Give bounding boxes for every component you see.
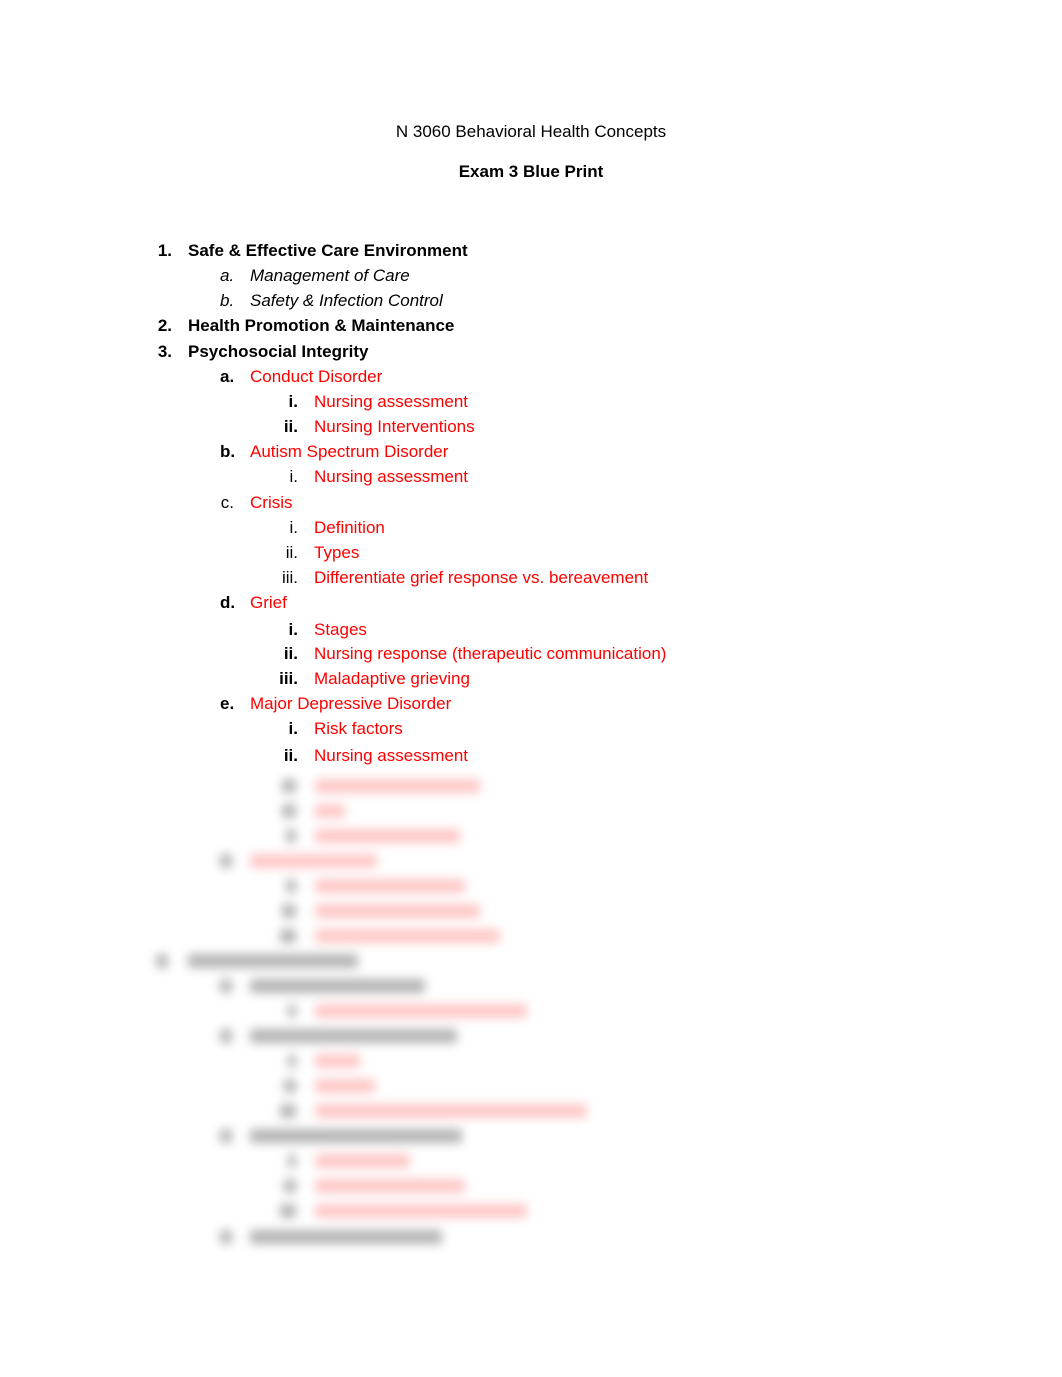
- item-number: d.: [220, 593, 236, 612]
- item-label: Crisis: [250, 493, 293, 512]
- obscured-heading: [250, 1129, 462, 1143]
- item-label: Conduct Disorder: [250, 367, 383, 386]
- obscured-number: [284, 1179, 296, 1193]
- item-label: Risk factors: [314, 719, 403, 738]
- obscured-line: [250, 854, 377, 868]
- item-label: Psychosocial Integrity: [188, 342, 369, 361]
- obscured-heading: [250, 1230, 442, 1244]
- item-label: Definition: [314, 518, 385, 537]
- obscured-line: [315, 1204, 527, 1218]
- obscured-heading: [188, 954, 358, 968]
- obscured-number: [286, 829, 296, 843]
- obscured-number: [220, 1230, 232, 1244]
- item-label: Major Depressive Disorder: [250, 694, 452, 713]
- item-number: b.: [220, 442, 236, 461]
- obscured-heading: [250, 1029, 457, 1043]
- item-label: Stages: [314, 620, 367, 639]
- obscured-number: [288, 1004, 296, 1018]
- obscured-line: [315, 929, 500, 943]
- obscured-line: [315, 1004, 527, 1018]
- item-number: i.: [288, 620, 298, 639]
- item-label: Management of Care: [250, 266, 410, 285]
- course-title: N 3060 Behavioral Health Concepts: [395, 122, 667, 141]
- item-number: i.: [289, 467, 299, 486]
- item-label: Autism Spectrum Disorder: [250, 442, 449, 461]
- obscured-line: [315, 1104, 587, 1118]
- item-number: 2.: [157, 316, 172, 335]
- item-number: i.: [288, 719, 298, 738]
- item-number: iii.: [281, 568, 298, 587]
- item-number: ii.: [283, 644, 298, 663]
- obscured-line: [315, 1179, 465, 1193]
- document-page: N 3060 Behavioral Health Concepts Exam 3…: [0, 0, 1062, 1377]
- obscured-number: [286, 879, 296, 893]
- obscured-number: [280, 929, 296, 943]
- obscured-number: [220, 854, 232, 868]
- item-label: Health Promotion & Maintenance: [188, 316, 455, 335]
- item-label: Differentiate grief response vs. bereave…: [314, 568, 649, 587]
- obscured-line: [315, 1054, 360, 1068]
- item-number: ii.: [285, 543, 298, 562]
- item-number: a.: [220, 266, 235, 285]
- item-number: 3.: [157, 342, 172, 361]
- exam-title: Exam 3 Blue Print: [458, 162, 604, 181]
- item-number: b.: [220, 291, 235, 310]
- item-number: i.: [288, 392, 298, 411]
- item-number: ii.: [283, 746, 298, 765]
- obscured-heading: [250, 979, 425, 993]
- obscured-line: [315, 879, 465, 893]
- item-label: Safety & Infection Control: [250, 291, 443, 310]
- obscured-number: [288, 1154, 296, 1168]
- obscured-number: [220, 1129, 232, 1143]
- obscured-number: [282, 804, 296, 818]
- item-label: Nursing assessment: [314, 392, 469, 411]
- item-label: Types: [314, 543, 360, 562]
- item-label: Nursing assessment: [314, 746, 469, 765]
- obscured-number: [220, 1029, 232, 1043]
- obscured-line: [315, 1079, 375, 1093]
- item-label: Safe & Effective Care Environment: [188, 241, 468, 260]
- obscured-number: [280, 1204, 296, 1218]
- obscured-number: [156, 954, 168, 968]
- item-number: iii.: [279, 669, 298, 688]
- obscured-number: [282, 904, 296, 918]
- item-number: i.: [289, 518, 299, 537]
- item-number: 1.: [157, 241, 172, 260]
- item-number: e.: [220, 694, 235, 713]
- obscured-number: [288, 1054, 296, 1068]
- obscured-number: [220, 979, 232, 993]
- item-number: a.: [220, 367, 235, 386]
- item-label: Nursing response (therapeutic communicat…: [314, 644, 667, 663]
- obscured-line: [315, 829, 460, 843]
- item-label: Maladaptive grieving: [314, 669, 470, 688]
- obscured-line: [315, 779, 480, 793]
- obscured-number: [280, 1104, 296, 1118]
- obscured-line: [315, 904, 480, 918]
- item-label: Grief: [250, 593, 287, 612]
- item-label: Nursing assessment: [314, 467, 469, 486]
- obscured-number: [282, 779, 296, 793]
- obscured-line: [315, 1154, 410, 1168]
- item-number: ii.: [283, 417, 298, 436]
- item-number: c.: [220, 493, 234, 512]
- obscured-line: [315, 804, 345, 818]
- item-label: Nursing Interventions: [314, 417, 475, 436]
- obscured-number: [284, 1079, 296, 1093]
